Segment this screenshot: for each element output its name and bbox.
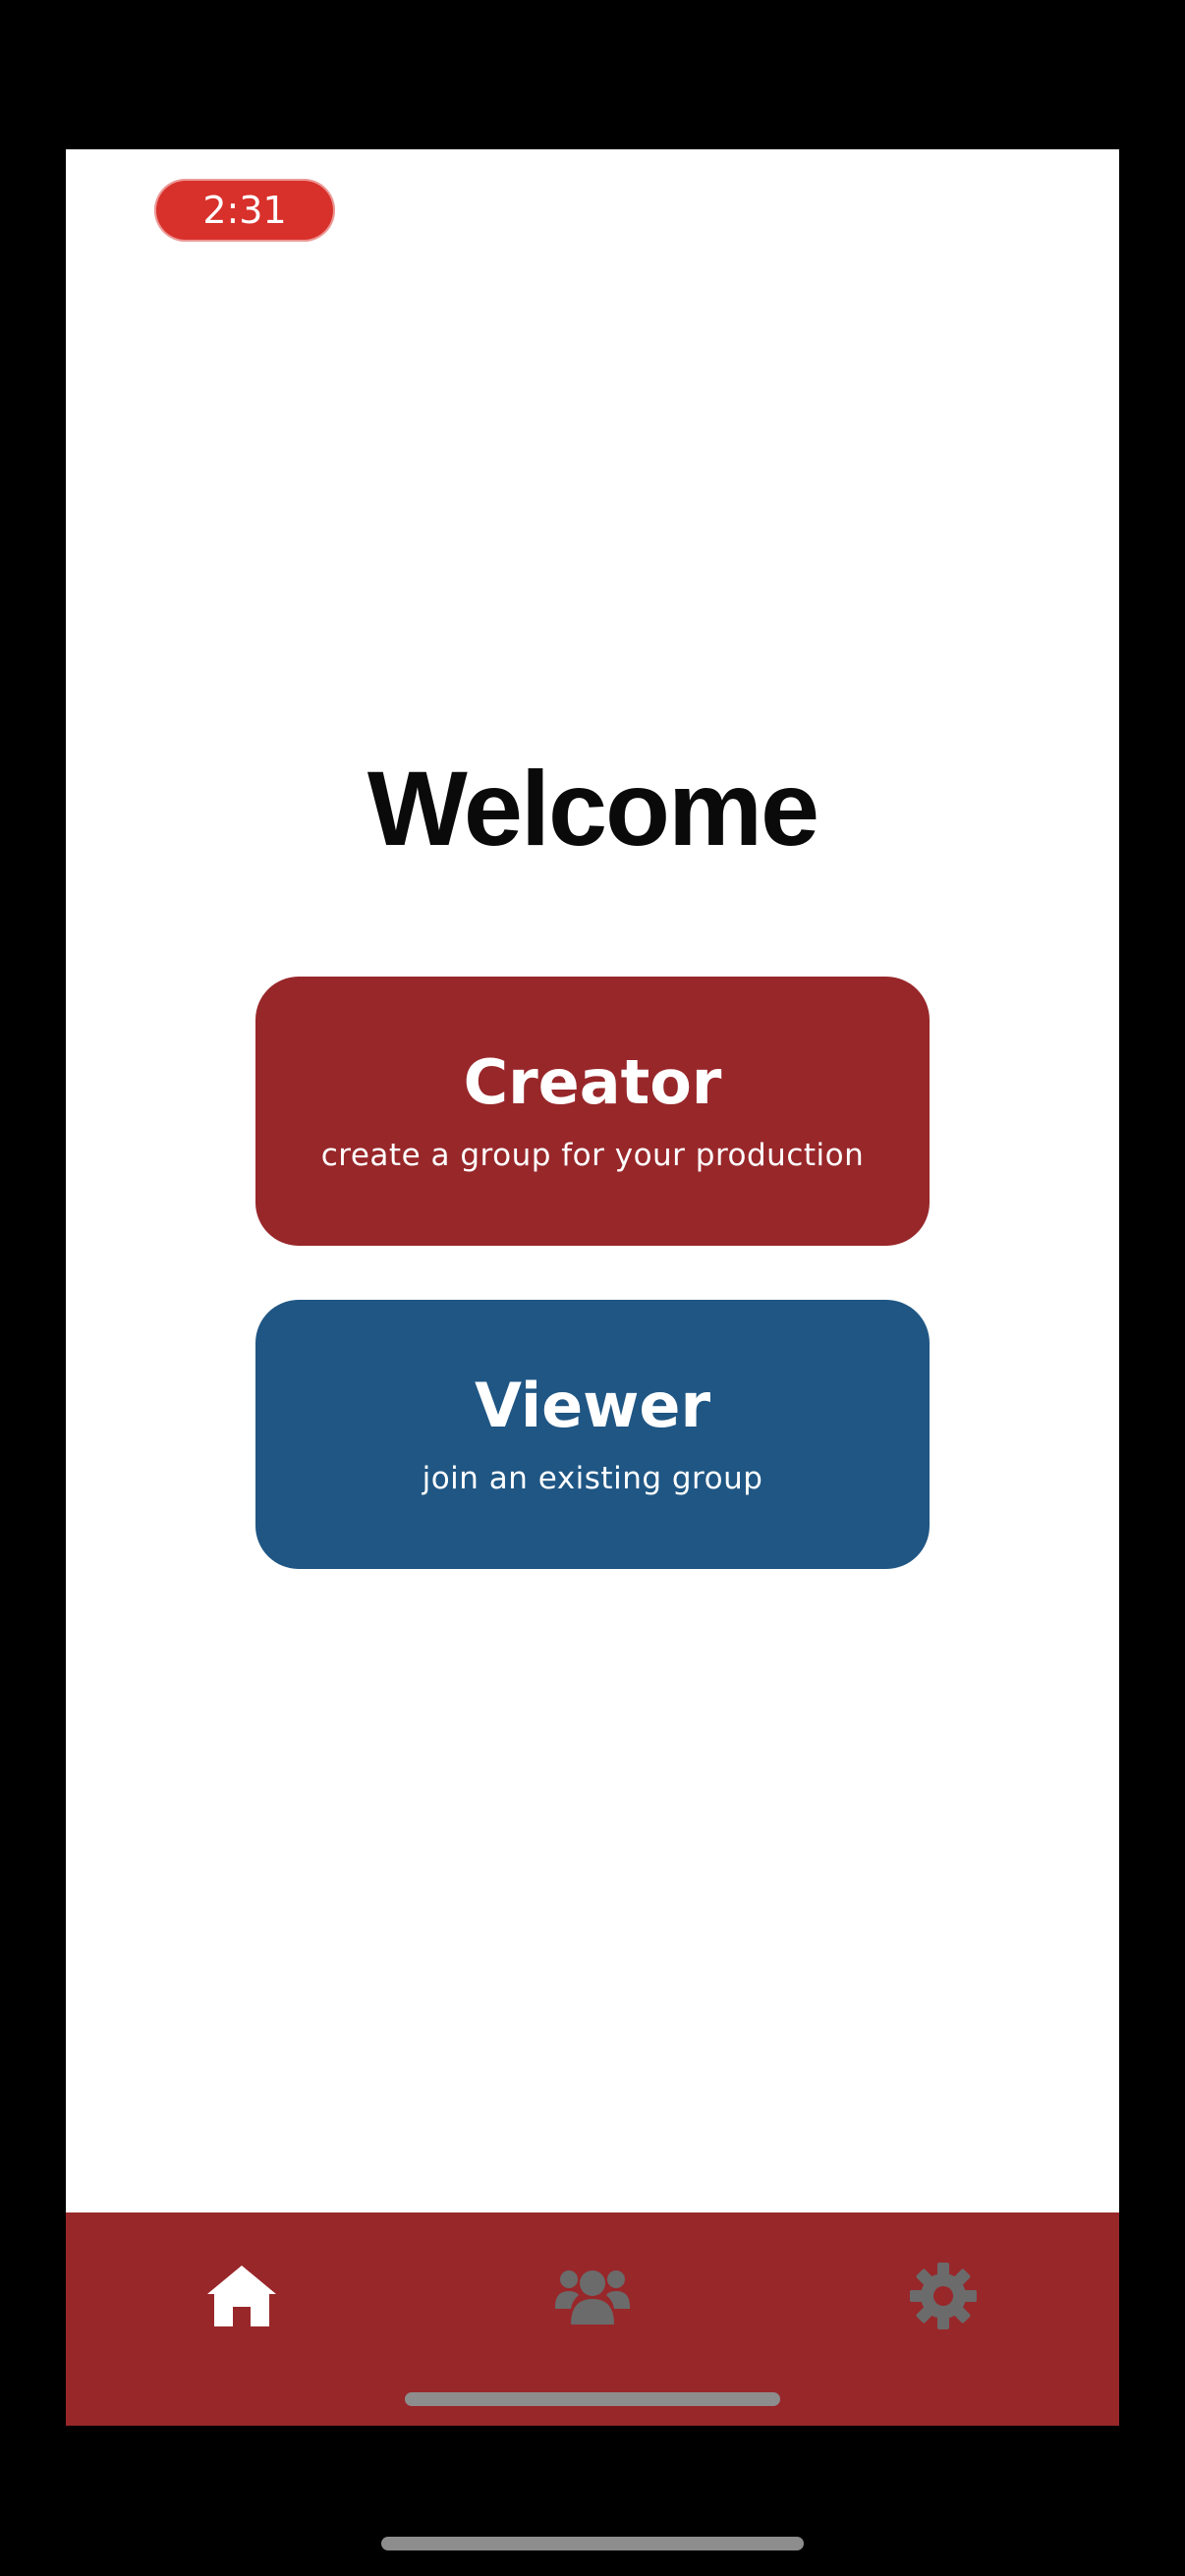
home-icon [207,2266,276,2326]
users-icon [555,2270,630,2324]
viewer-title: Viewer [474,1370,711,1441]
status-time: 2:31 [202,189,287,232]
tab-home[interactable] [188,2242,296,2350]
tab-bar [66,2212,1119,2426]
creator-button[interactable]: Creator create a group for your producti… [255,977,930,1246]
creator-title: Creator [463,1046,722,1118]
home-indicator [405,2392,780,2406]
status-time-pill: 2:31 [154,179,335,242]
tab-settings[interactable] [889,2242,997,2350]
viewer-subtitle: join an existing group [422,1461,763,1496]
device-home-indicator [381,2537,804,2550]
app-screen: 2:31 Welcome Creator create a group for … [66,149,1119,2426]
tab-groups[interactable] [538,2242,647,2350]
creator-subtitle: create a group for your production [320,1138,865,1173]
gear-icon [910,2263,977,2329]
viewer-button[interactable]: Viewer join an existing group [255,1300,930,1569]
page-title: Welcome [367,749,819,868]
